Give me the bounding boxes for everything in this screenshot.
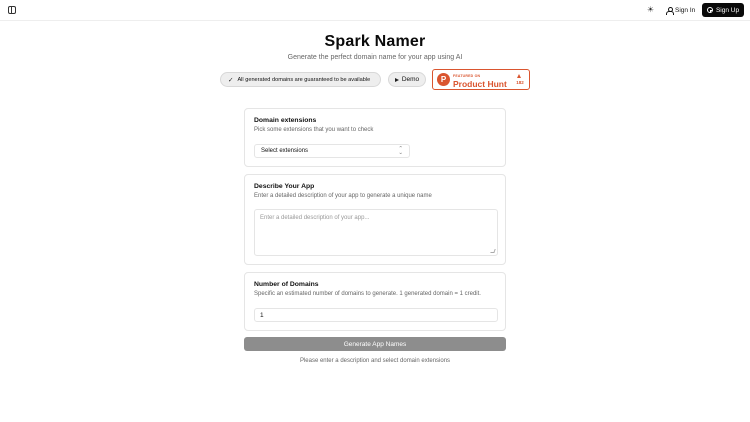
product-hunt-name: Product Hunt: [453, 78, 507, 89]
domain-count-value: 1: [260, 311, 264, 319]
number-of-domains-card: Number of Domains Specific an estimated …: [244, 272, 506, 331]
demo-label: Demo: [401, 76, 420, 83]
user-icon: [666, 6, 674, 15]
card-title: Number of Domains: [254, 281, 319, 288]
play-icon: [394, 77, 399, 82]
upvote-count: 182: [516, 80, 524, 85]
upvote-arrow-icon: [517, 74, 521, 78]
textarea-placeholder: Enter a detailed description of your app…: [260, 215, 370, 221]
product-hunt-logo: P: [437, 73, 450, 86]
card-title: Domain extensions: [254, 117, 317, 124]
card-title: Describe Your App: [254, 183, 315, 190]
domain-count-input[interactable]: 1: [254, 308, 498, 322]
sidebar-toggle-icon[interactable]: [8, 6, 16, 14]
plus-circle-icon: [706, 7, 713, 13]
resize-handle-icon[interactable]: [490, 249, 496, 253]
card-description: Specific an estimated number of domains …: [254, 291, 481, 297]
card-description: Pick some extensions that you want to ch…: [254, 127, 374, 133]
extensions-select[interactable]: Select extensions ⌃ ⌄: [254, 144, 410, 158]
demo-button[interactable]: Demo: [388, 72, 426, 87]
sign-up-label: Sign Up: [715, 6, 740, 14]
availability-badge: ✓ All generated domains are guaranteed t…: [220, 72, 381, 87]
card-description: Enter a detailed description of your app…: [254, 193, 432, 199]
chevron-up-down-icon: ⌃ ⌄: [398, 146, 403, 156]
sign-in-label: Sign In: [675, 6, 696, 14]
top-bar: ☀ Sign In Sign Up: [0, 0, 750, 21]
availability-label: All generated domains are guaranteed to …: [237, 76, 371, 83]
generate-button[interactable]: Generate App Names: [244, 337, 506, 351]
sign-in-button[interactable]: Sign In: [666, 3, 695, 17]
generate-label: Generate App Names: [343, 340, 407, 348]
describe-app-card: Describe Your App Enter a detailed descr…: [244, 174, 506, 265]
product-hunt-featured: FEATURED ON: [453, 74, 481, 78]
helper-hint: Please enter a description and select do…: [299, 358, 451, 364]
extensions-select-value: Select extensions: [261, 148, 309, 154]
app-description-textarea[interactable]: Enter a detailed description of your app…: [254, 209, 498, 256]
sign-up-button[interactable]: Sign Up: [702, 3, 744, 17]
product-hunt-badge[interactable]: P FEATURED ON Product Hunt 182: [432, 69, 530, 90]
sun-icon[interactable]: ☀: [646, 5, 655, 14]
domain-extensions-card: Domain extensions Pick some extensions t…: [244, 108, 506, 167]
page-title: Spark Namer: [324, 33, 426, 50]
check-icon: ✓: [228, 76, 234, 84]
page-subtitle: Generate the perfect domain name for you…: [287, 54, 463, 61]
